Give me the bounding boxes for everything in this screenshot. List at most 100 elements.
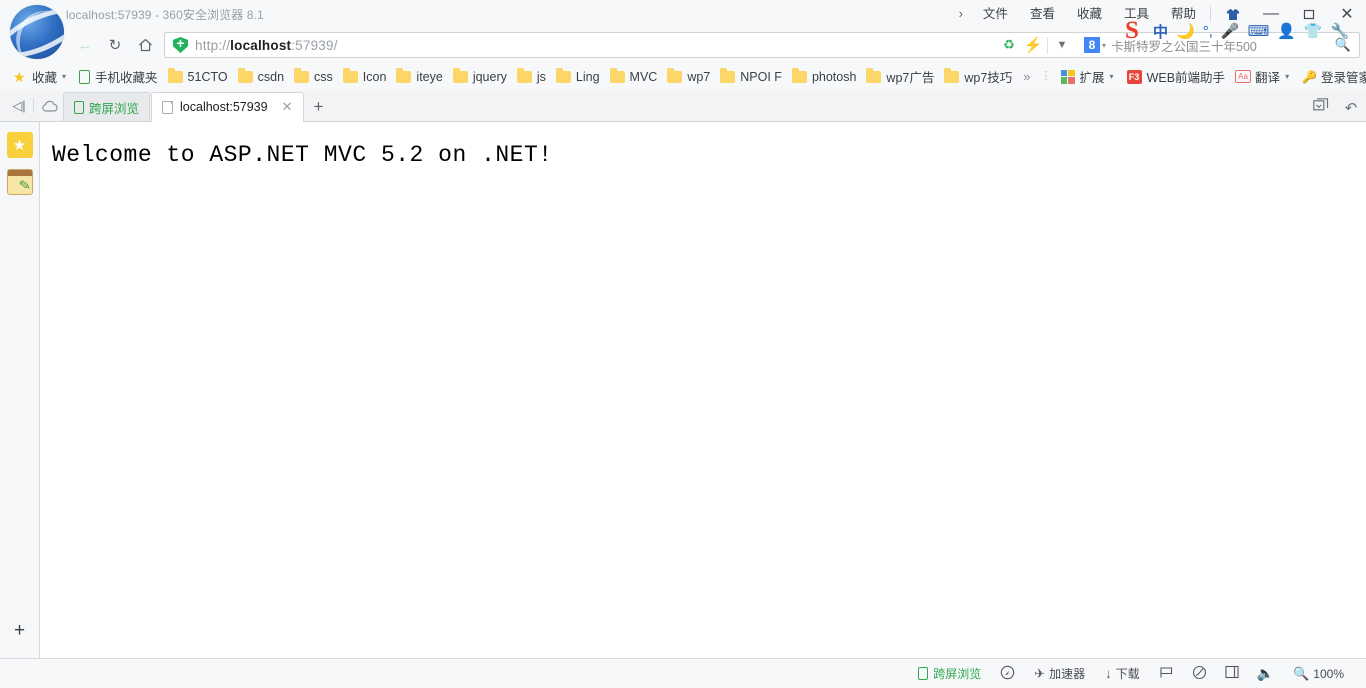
rocket-icon: ✈: [1034, 665, 1046, 681]
bookmark-favorites[interactable]: ★ 收藏 ▾: [8, 65, 74, 88]
tab-prev-icon[interactable]: ◁|: [6, 91, 32, 121]
compass-icon[interactable]: [991, 665, 1024, 683]
bookmark-folder[interactable]: wp7: [662, 65, 715, 88]
status-cross-screen-browse[interactable]: 跨屏浏览: [908, 662, 991, 686]
home-glyph: [138, 39, 152, 52]
viewport: ★ + Welcome to ASP.NET MVC 5.2 on .NET!: [0, 122, 1366, 658]
sidebar-item-favorites[interactable]: ★: [6, 132, 33, 158]
vertical-dots-icon[interactable]: ⋮: [1037, 71, 1056, 82]
ime-microphone-icon[interactable]: 🎤: [1217, 22, 1244, 40]
chevron-down-icon[interactable]: ▾: [1110, 72, 1114, 81]
back-arrow-icon[interactable]: ←: [70, 32, 100, 58]
url-path: :57939/: [291, 37, 338, 53]
bookmark-folder[interactable]: wp7技巧: [939, 65, 1017, 88]
bookmark-folder[interactable]: MVC: [605, 65, 663, 88]
folder-icon: [167, 67, 183, 83]
bookmark-folder[interactable]: Ling: [551, 65, 605, 88]
tab-localhost[interactable]: localhost:57939 ✕: [151, 92, 304, 122]
360-browser-logo: [4, 2, 72, 64]
login-manager-button[interactable]: 🔑 登录管家: [1297, 65, 1366, 88]
ime-punctuation-icon[interactable]: °,: [1199, 23, 1217, 40]
phone-icon: [918, 667, 929, 680]
bookmark-folder[interactable]: jquery: [448, 65, 512, 88]
search-engine-caret[interactable]: ▾: [1102, 41, 1106, 50]
flag-glyph: [1160, 666, 1172, 677]
close-icon[interactable]: ✕: [282, 100, 293, 113]
bookmark-label: Icon: [362, 69, 387, 84]
ime-moon-icon[interactable]: 🌙: [1172, 22, 1199, 40]
sidebar-add-button[interactable]: +: [7, 618, 33, 644]
flag-icon[interactable]: [1150, 666, 1183, 682]
menu-favorites[interactable]: 收藏: [1066, 0, 1113, 28]
bookmark-folder[interactable]: 51CTO: [163, 65, 233, 88]
folder-icon: [396, 67, 412, 83]
download-arrow-icon: ↓: [1105, 666, 1112, 681]
bookmark-folder[interactable]: csdn: [233, 65, 289, 88]
sogou-ime-toolbar[interactable]: S 中 🌙 °, 🎤 ⌨ 👤 👕 🔧: [1119, 16, 1353, 46]
extensions-button[interactable]: 扩展 ▾: [1056, 65, 1122, 88]
bookmark-folder[interactable]: NPOI F: [715, 65, 787, 88]
chevron-right-icon[interactable]: ›: [950, 0, 972, 28]
tab-cross-screen-browse[interactable]: 跨屏浏览: [63, 92, 151, 121]
chevron-down-icon[interactable]: ▾: [1285, 72, 1289, 81]
bookmark-label: iteye: [416, 69, 443, 84]
ime-keyboard-icon[interactable]: ⌨: [1244, 22, 1274, 40]
translate-button[interactable]: Aa 翻译 ▾: [1230, 65, 1297, 88]
folder-icon: [944, 67, 960, 83]
address-bar[interactable]: http://localhost:57939/ ♻ ⚡ ▼: [164, 32, 1079, 58]
bookmark-folder[interactable]: photosh: [787, 65, 861, 88]
folder-icon: [294, 67, 310, 83]
folder-icon: [555, 67, 571, 83]
menu-view[interactable]: 查看: [1019, 0, 1066, 28]
reload-icon[interactable]: ↻: [100, 32, 130, 58]
status-bar-right: 跨屏浏览 ✈ 加速器 ↓ 下载 🔈 🔍 100%: [908, 662, 1354, 686]
bookmark-favorites-label: 收藏: [32, 71, 58, 85]
speaker-icon[interactable]: 🔈: [1248, 665, 1283, 682]
ime-settings-icon[interactable]: 🔧: [1327, 22, 1354, 40]
status-downloads[interactable]: ↓ 下载: [1095, 662, 1150, 686]
google-icon[interactable]: 8: [1084, 37, 1100, 53]
lightning-bolt-icon[interactable]: ⚡: [1021, 36, 1045, 54]
bookmark-folder[interactable]: css: [289, 65, 338, 88]
translate-icon: Aa: [1235, 70, 1252, 83]
green-shield-icon[interactable]: [173, 37, 188, 53]
bookmark-folder[interactable]: js: [512, 65, 551, 88]
tab-divider: [33, 98, 34, 113]
window-split-icon[interactable]: [1216, 665, 1248, 682]
home-icon[interactable]: [130, 32, 160, 58]
web-frontend-assistant-button[interactable]: F3 WEB前端助手: [1122, 65, 1230, 88]
bookmark-label: wp7: [687, 69, 711, 84]
ime-skin-icon[interactable]: 👕: [1300, 22, 1327, 40]
recycle-icon[interactable]: ♻: [997, 37, 1021, 53]
sogou-s-logo[interactable]: S: [1119, 18, 1145, 44]
bookmark-label: wp7技巧: [964, 71, 1013, 85]
ime-chinese-mode-icon[interactable]: 中: [1149, 21, 1172, 42]
bookmark-folder[interactable]: wp7广告: [861, 65, 939, 88]
chevron-down-icon[interactable]: ▾: [62, 72, 66, 81]
bookmark-label: csdn: [257, 69, 285, 84]
status-zoom[interactable]: 🔍 100%: [1283, 662, 1354, 686]
menu-file[interactable]: 文件: [972, 0, 1019, 28]
reopen-closed-tab-icon[interactable]: ↶: [1336, 99, 1366, 117]
extensions-label: 扩展: [1079, 71, 1105, 85]
status-accelerator[interactable]: ✈ 加速器: [1024, 662, 1095, 686]
shield-scan-icon[interactable]: [1183, 665, 1216, 683]
bookmarks-bar-right: 扩展 ▾ F3 WEB前端助手 Aa 翻译 ▾ 🔑 登录管家: [1056, 65, 1366, 88]
page-heading: Welcome to ASP.NET MVC 5.2 on .NET!: [52, 142, 553, 168]
sidebar-item-notes[interactable]: [6, 169, 33, 195]
bookmark-label: js: [536, 69, 546, 84]
window-title: localhost:57939 - 360安全浏览器 8.1: [66, 7, 264, 22]
ime-user-icon[interactable]: 👤: [1273, 22, 1300, 40]
cloud-icon[interactable]: [37, 91, 63, 121]
bookmark-mobile-favorites[interactable]: 手机收藏夹: [74, 65, 163, 88]
extensions-icon: [1060, 69, 1075, 84]
web-assistant-icon: F3: [1126, 69, 1142, 84]
web-assistant-label: WEB前端助手: [1146, 71, 1226, 85]
double-chevron-right-icon[interactable]: »: [1017, 69, 1036, 84]
new-tab-button[interactable]: +: [305, 92, 333, 121]
tab-list-icon[interactable]: [1306, 98, 1336, 117]
chevron-down-icon[interactable]: ▼: [1050, 39, 1074, 51]
bookmark-folder[interactable]: Icon: [338, 65, 392, 88]
bookmark-folder[interactable]: iteye: [391, 65, 447, 88]
omnibox-divider: [1047, 36, 1048, 54]
